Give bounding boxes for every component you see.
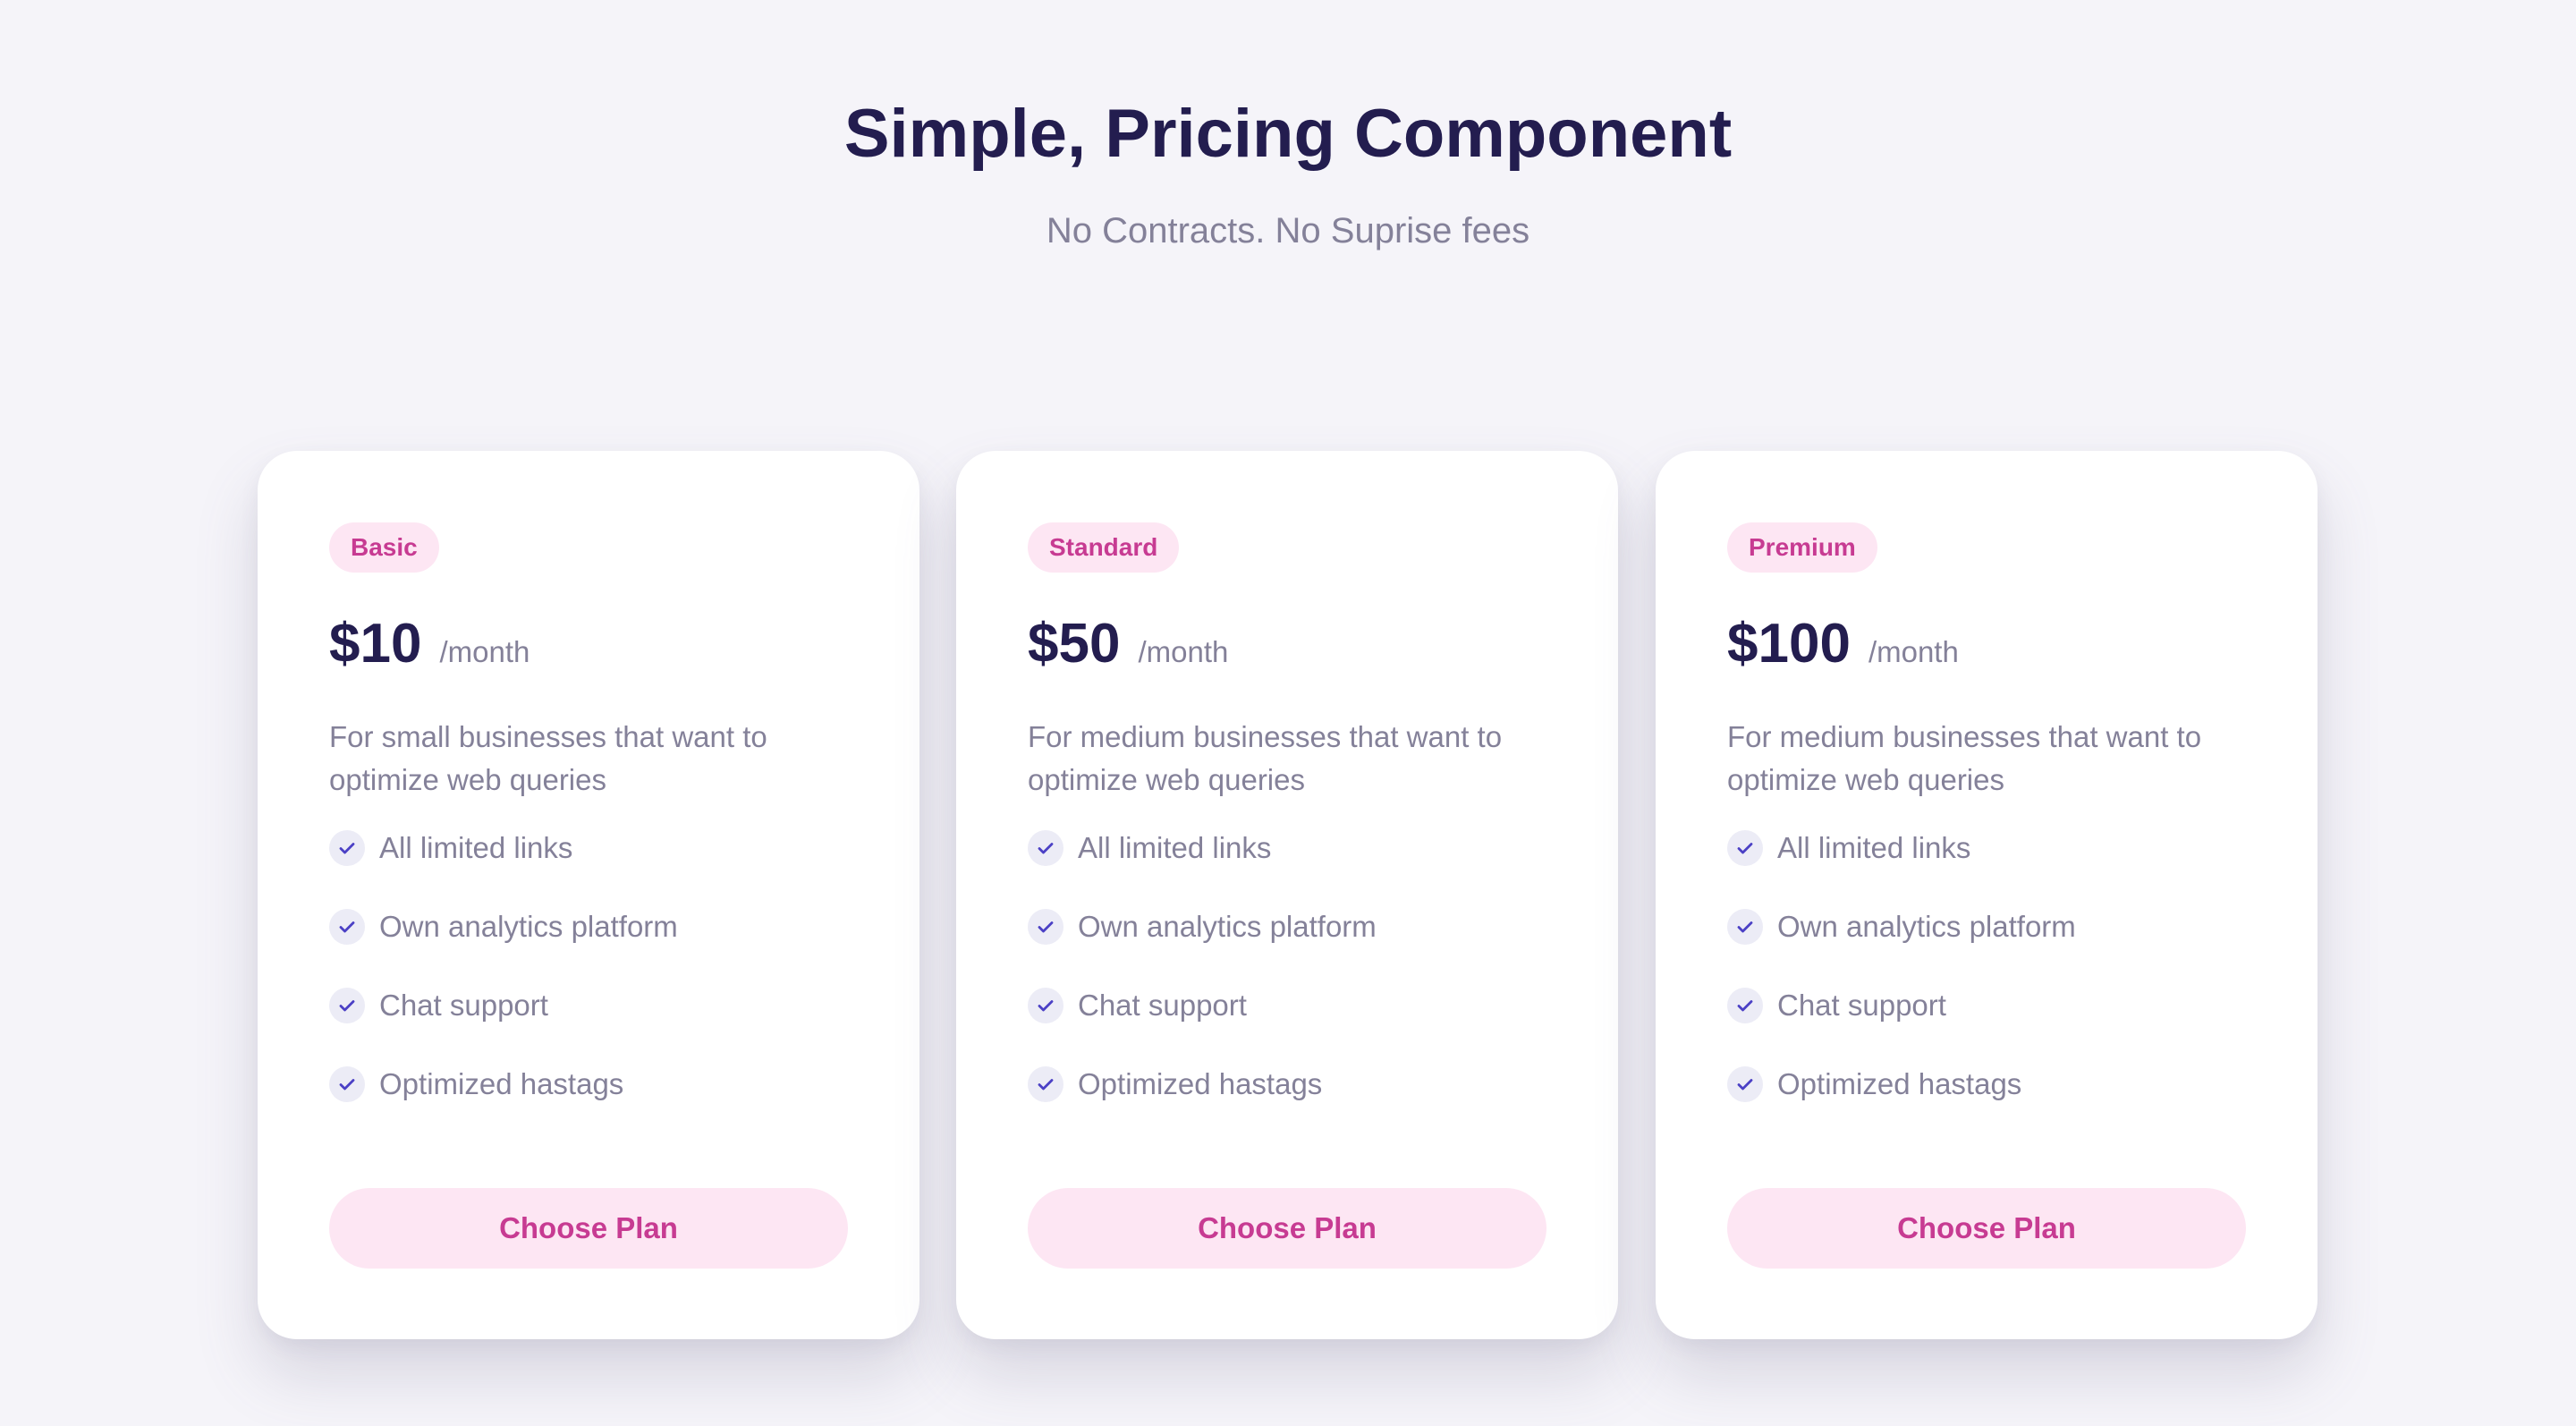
feature-label: Optimized hastags [379, 1067, 624, 1100]
pricing-card-basic: Basic $10 /month For small businesses th… [258, 451, 919, 1339]
feature-label: Own analytics platform [1777, 910, 2076, 943]
pricing-card-standard: Standard $50 /month For medium businesse… [956, 451, 1618, 1339]
check-icon [1028, 909, 1063, 945]
feature-label: Chat support [379, 989, 548, 1022]
choose-plan-button[interactable]: Choose Plan [329, 1188, 848, 1269]
plan-description: For medium businesses that want to optim… [1028, 720, 1503, 796]
feature-list: All limited links Own analytics platform… [1028, 830, 1546, 1145]
feature-label: All limited links [1078, 831, 1272, 864]
feature-item: Optimized hastags [1727, 1066, 2246, 1145]
feature-item: Optimized hastags [329, 1066, 848, 1145]
check-icon [1727, 830, 1763, 866]
feature-list: All limited links Own analytics platform… [1727, 830, 2246, 1145]
price-row: $50 /month [1028, 608, 1228, 680]
feature-label: Own analytics platform [379, 910, 678, 943]
feature-label: All limited links [1777, 831, 1971, 864]
feature-item: Own analytics platform [1028, 909, 1546, 988]
check-icon [1727, 988, 1763, 1023]
check-icon [1028, 988, 1063, 1023]
plan-description: For medium businesses that want to optim… [1727, 720, 2202, 796]
choose-plan-button[interactable]: Choose Plan [1028, 1188, 1546, 1269]
feature-item: Own analytics platform [1727, 909, 2246, 988]
plan-period: /month [1868, 635, 1959, 668]
price-row: $10 /month [329, 608, 530, 680]
feature-label: Own analytics platform [1078, 910, 1377, 943]
page-subtitle: No Contracts. No Suprise fees [1046, 211, 1530, 250]
page-title: Simple, Pricing Component [843, 96, 1733, 172]
plan-badge: Basic [329, 522, 439, 573]
feature-item: Optimized hastags [1028, 1066, 1546, 1145]
feature-item: All limited links [329, 830, 848, 909]
feature-item: All limited links [1028, 830, 1546, 909]
check-icon [329, 988, 365, 1023]
feature-label: Chat support [1777, 989, 1946, 1022]
check-icon [1727, 909, 1763, 945]
price-row: $100 /month [1727, 608, 1959, 680]
check-icon [329, 909, 365, 945]
choose-plan-button[interactable]: Choose Plan [1727, 1188, 2246, 1269]
check-icon [329, 1066, 365, 1102]
plan-description: For small businesses that want to optimi… [329, 720, 767, 796]
plan-badge: Premium [1727, 522, 1877, 573]
feature-label: Optimized hastags [1777, 1067, 2022, 1100]
feature-label: All limited links [379, 831, 573, 864]
check-icon [1028, 830, 1063, 866]
plan-period: /month [439, 635, 530, 668]
feature-item: Own analytics platform [329, 909, 848, 988]
plan-badge: Standard [1028, 522, 1180, 573]
feature-item: Chat support [1727, 988, 2246, 1066]
check-icon [1727, 1066, 1763, 1102]
feature-label: Chat support [1078, 989, 1247, 1022]
pricing-cards: Basic $10 /month For small businesses th… [258, 451, 2318, 1339]
feature-list: All limited links Own analytics platform… [329, 830, 848, 1145]
check-icon [1028, 1066, 1063, 1102]
check-icon [329, 830, 365, 866]
feature-item: Chat support [1028, 988, 1546, 1066]
plan-period: /month [1138, 635, 1229, 668]
plan-price: $100 [1727, 613, 1851, 675]
plan-price: $50 [1028, 613, 1121, 675]
feature-label: Optimized hastags [1078, 1067, 1323, 1100]
plan-price: $10 [329, 613, 422, 675]
feature-item: All limited links [1727, 830, 2246, 909]
pricing-card-premium: Premium $100 /month For medium businesse… [1656, 451, 2318, 1339]
feature-item: Chat support [329, 988, 848, 1066]
